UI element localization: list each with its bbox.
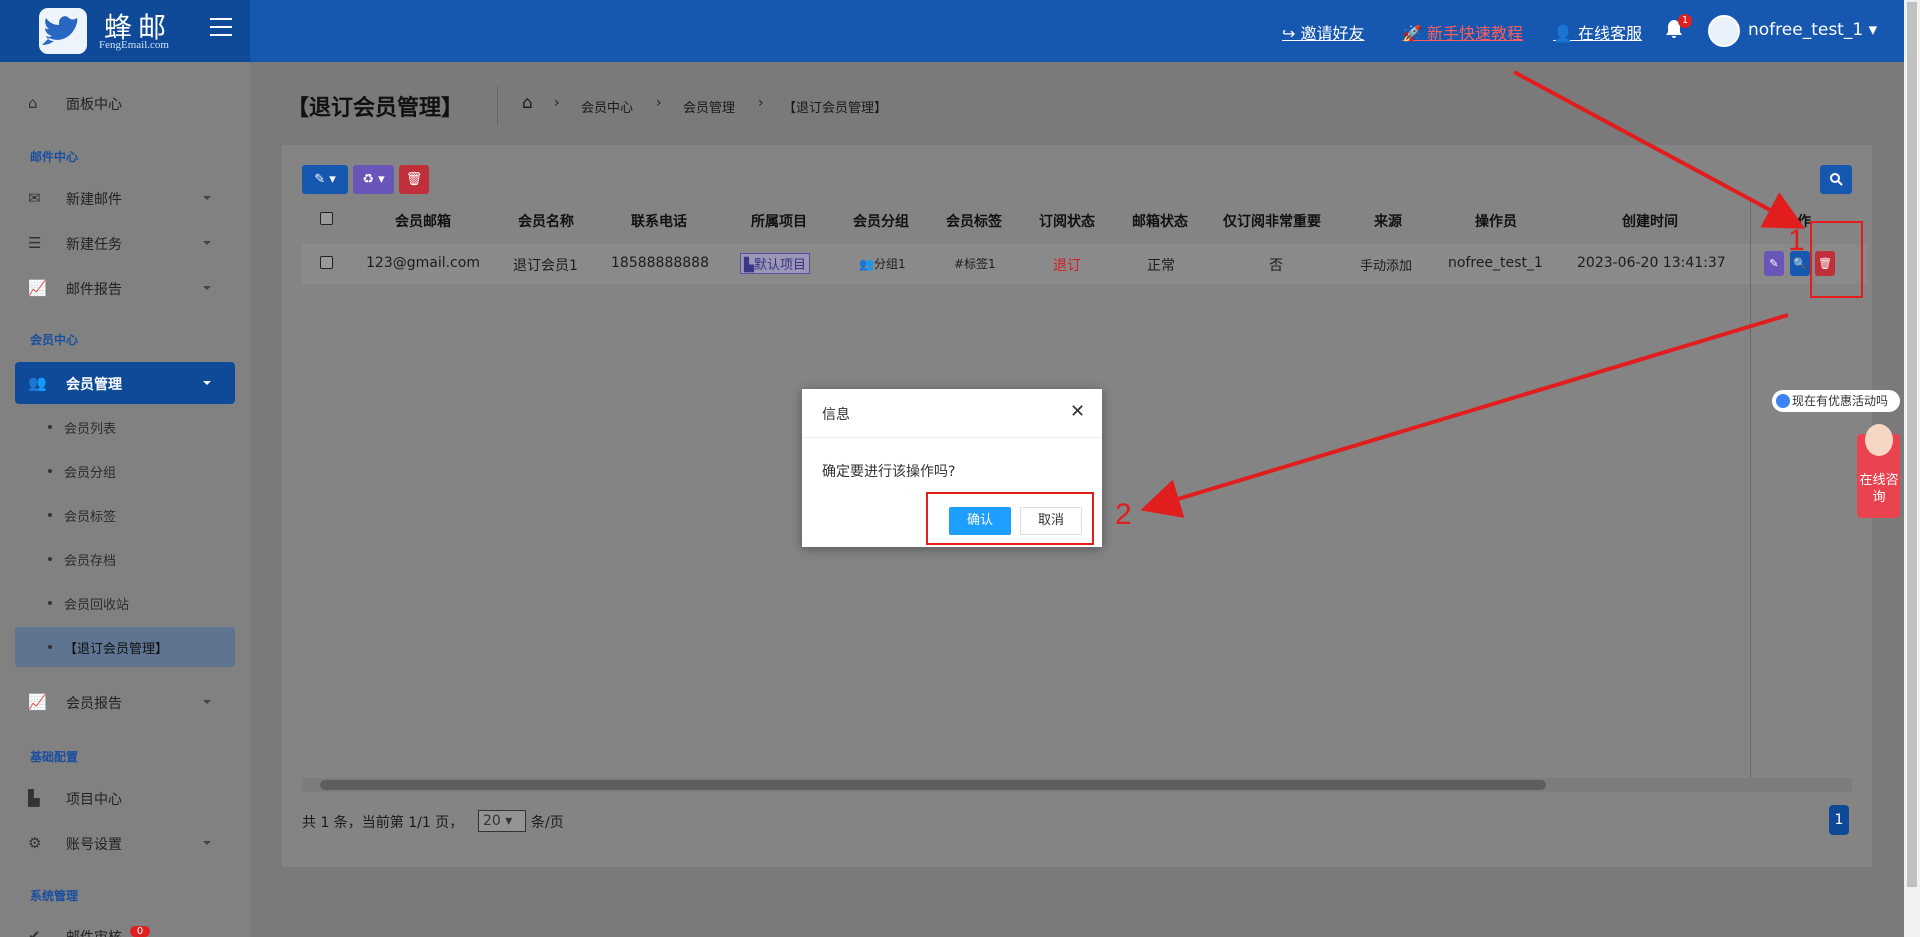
- arrow-2: [1140, 313, 1789, 518]
- scrollbar-thumb[interactable]: [1907, 2, 1917, 887]
- annotation-arrows: [1140, 70, 1806, 518]
- chat-bubble[interactable]: 现在有优惠活动吗: [1772, 390, 1900, 412]
- agent-avatar: [1865, 424, 1893, 456]
- online-consult-label: 在线咨询: [1859, 473, 1899, 505]
- arrow-1: [1513, 70, 1806, 229]
- chat-icon: [1776, 394, 1790, 408]
